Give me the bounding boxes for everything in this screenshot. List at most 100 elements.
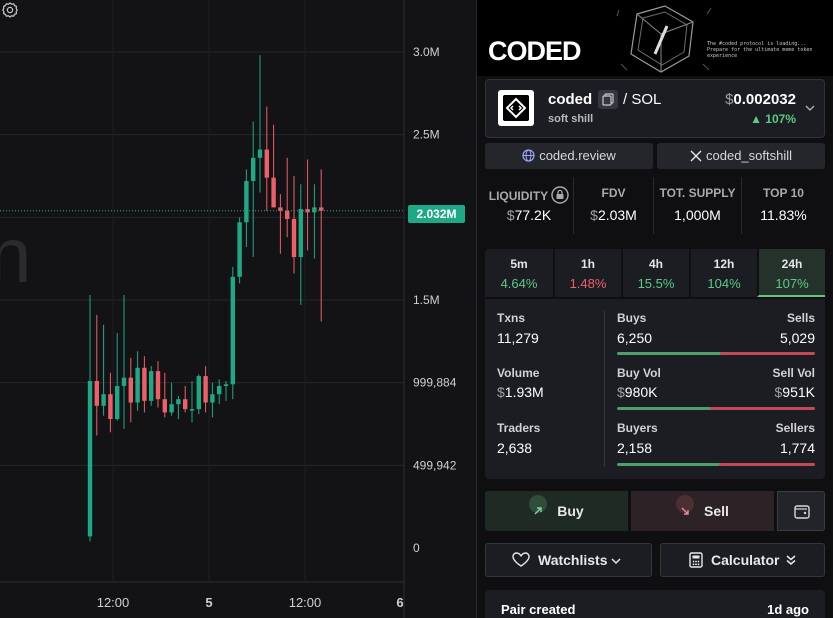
candle-body bbox=[230, 276, 235, 385]
x-axis-tick-label: 6 bbox=[396, 595, 403, 610]
token-symbol: coded bbox=[548, 91, 593, 108]
candle-body bbox=[244, 180, 249, 223]
candle-body bbox=[285, 210, 290, 219]
candle-body bbox=[251, 157, 256, 181]
calculator-button[interactable]: Calculator bbox=[660, 543, 825, 577]
arrow-up-right-icon bbox=[529, 495, 548, 515]
tab-12h[interactable]: 12h 104% bbox=[689, 249, 757, 297]
x-axis-tick-label: 12:00 bbox=[289, 595, 322, 610]
stat-liquidity: LIQUIDITY $77.2K bbox=[485, 177, 573, 234]
candle-body bbox=[223, 384, 229, 386]
buy-button-label: Buy bbox=[557, 503, 584, 519]
app-root: n 3.0M 2.5M 1.5M 999,884 499,942 0 12:00 5 12:00 6… bbox=[0, 0, 833, 618]
sell-button-label: Sell bbox=[704, 503, 729, 519]
stat-fdv-value: $2.03M bbox=[590, 207, 637, 223]
watchlists-button[interactable]: Watchlists bbox=[485, 543, 652, 577]
y-axis-tick-label: 1.5M bbox=[413, 293, 440, 307]
buy-volume-value: $980K bbox=[617, 384, 658, 400]
stat-total-supply: TOT. SUPPLY 1,000M bbox=[653, 177, 741, 234]
sells-value: 5,029 bbox=[779, 330, 815, 346]
buy-volume-ratio-bar bbox=[617, 407, 725, 410]
stat-top10: TOP 10 11.83% bbox=[741, 177, 825, 234]
stat-fdv: FDV $2.03M bbox=[573, 177, 653, 234]
candle-body bbox=[210, 394, 215, 403]
stat-total-supply-label: TOT. SUPPLY bbox=[659, 186, 736, 200]
tab-4h[interactable]: 4h 15.5% bbox=[621, 249, 689, 297]
candle-body bbox=[264, 149, 269, 178]
stat-liquidity-label: LIQUIDITY bbox=[488, 189, 548, 203]
stat-top10-label: TOP 10 bbox=[763, 186, 804, 200]
buy-button[interactable]: Buy bbox=[485, 491, 628, 531]
candle-body bbox=[203, 376, 208, 403]
candle-body bbox=[312, 207, 317, 213]
candle-body bbox=[162, 399, 167, 413]
chart-settings-icon[interactable] bbox=[0, 0, 20, 20]
timeframe-tabs: 5m 4.64% 1h 1.48% 4h 15.5% 12h 104% 24h … bbox=[485, 249, 825, 297]
txns-label: Txns bbox=[497, 311, 526, 325]
x-axis-tick-label: 12:00 bbox=[97, 595, 130, 610]
buys-value: 6,250 bbox=[617, 330, 653, 346]
tab-5m[interactable]: 5m 4.64% bbox=[485, 249, 553, 297]
stat-top10-value: 11.83% bbox=[760, 207, 807, 223]
candle-body bbox=[87, 381, 93, 537]
buys-label: Buys bbox=[617, 311, 647, 325]
chevron-down-icon[interactable] bbox=[804, 104, 816, 112]
y-axis-tick-label: 0 bbox=[413, 541, 420, 555]
wallet-button[interactable] bbox=[777, 491, 825, 531]
tab-12h-change: 104% bbox=[707, 276, 741, 291]
sellers-value: 1,774 bbox=[779, 440, 815, 456]
globe-icon bbox=[522, 149, 535, 162]
trade-actions: Buy Sell bbox=[485, 491, 825, 531]
tab-4h-label: 4h bbox=[648, 257, 663, 271]
candle-body bbox=[169, 404, 174, 413]
token-avatar bbox=[498, 90, 534, 126]
candle-body bbox=[108, 394, 113, 420]
traders-label: Traders bbox=[497, 421, 541, 435]
candle-body bbox=[142, 367, 147, 401]
txn-divider bbox=[604, 311, 605, 467]
code-diamond-icon bbox=[505, 97, 527, 119]
candle-body bbox=[196, 376, 201, 410]
lock-icon[interactable] bbox=[551, 186, 569, 204]
calculator-icon bbox=[689, 552, 703, 568]
token-info-panel: CODED The #coded protocol is loading... … bbox=[477, 0, 833, 618]
tab-24h[interactable]: 24h 107% bbox=[757, 249, 825, 297]
cube-logo-icon bbox=[616, 5, 712, 73]
token-quote-pair: / SOL bbox=[623, 91, 662, 108]
price-chart[interactable]: n 3.0M 2.5M 1.5M 999,884 499,942 0 12:00 5 12:00 6… bbox=[0, 0, 476, 618]
twitter-link[interactable]: coded_softshill bbox=[657, 143, 825, 169]
copy-address-icon[interactable] bbox=[598, 90, 618, 109]
candle-body bbox=[176, 399, 181, 405]
candle-body bbox=[121, 377, 127, 386]
candle-body bbox=[271, 177, 276, 208]
tab-1h[interactable]: 1h 1.48% bbox=[553, 249, 621, 297]
sells-label: Sells bbox=[786, 311, 815, 325]
chart-canvas[interactable]: n 3.0M 2.5M 1.5M 999,884 499,942 0 12:00 5 12:00 6 bbox=[0, 0, 476, 618]
buyers-label: Buyers bbox=[617, 421, 658, 435]
wallet-icon bbox=[794, 505, 810, 519]
candle-body bbox=[183, 399, 188, 410]
candle-body bbox=[155, 371, 161, 400]
y-axis-tick-label: 2.5M bbox=[413, 128, 440, 142]
website-link-label: coded.review bbox=[539, 148, 616, 163]
stat-liquidity-value: $77.2K bbox=[506, 207, 552, 223]
candle-body bbox=[278, 207, 283, 211]
sell-volume-ratio-bar bbox=[710, 407, 815, 410]
sells-ratio-bar bbox=[720, 352, 815, 355]
token-header-card[interactable]: coded / SOL soft shill $0.002032 ▲ 107% bbox=[485, 79, 825, 138]
token-price: $0.002032 bbox=[725, 91, 796, 108]
website-link[interactable]: coded.review bbox=[485, 143, 653, 169]
y-axis-tick-label: 999,884 bbox=[413, 376, 457, 390]
y-axis-tick-label: 499,942 bbox=[413, 458, 457, 472]
tab-1h-label: 1h bbox=[580, 257, 595, 271]
token-price-change: ▲ 107% bbox=[750, 112, 796, 126]
heart-icon bbox=[512, 552, 530, 567]
volume-value: $1.93M bbox=[497, 384, 544, 400]
chart-overlay-glyph: n bbox=[0, 211, 31, 299]
pair-info-row: Pair created 1d ago bbox=[485, 590, 825, 618]
buy-volume-label: Buy Vol bbox=[617, 366, 661, 380]
candle-body bbox=[189, 409, 195, 411]
sell-button[interactable]: Sell bbox=[631, 491, 774, 531]
y-axis-tick-label: 3.0M bbox=[413, 45, 440, 59]
volume-label: Volume bbox=[497, 366, 540, 380]
